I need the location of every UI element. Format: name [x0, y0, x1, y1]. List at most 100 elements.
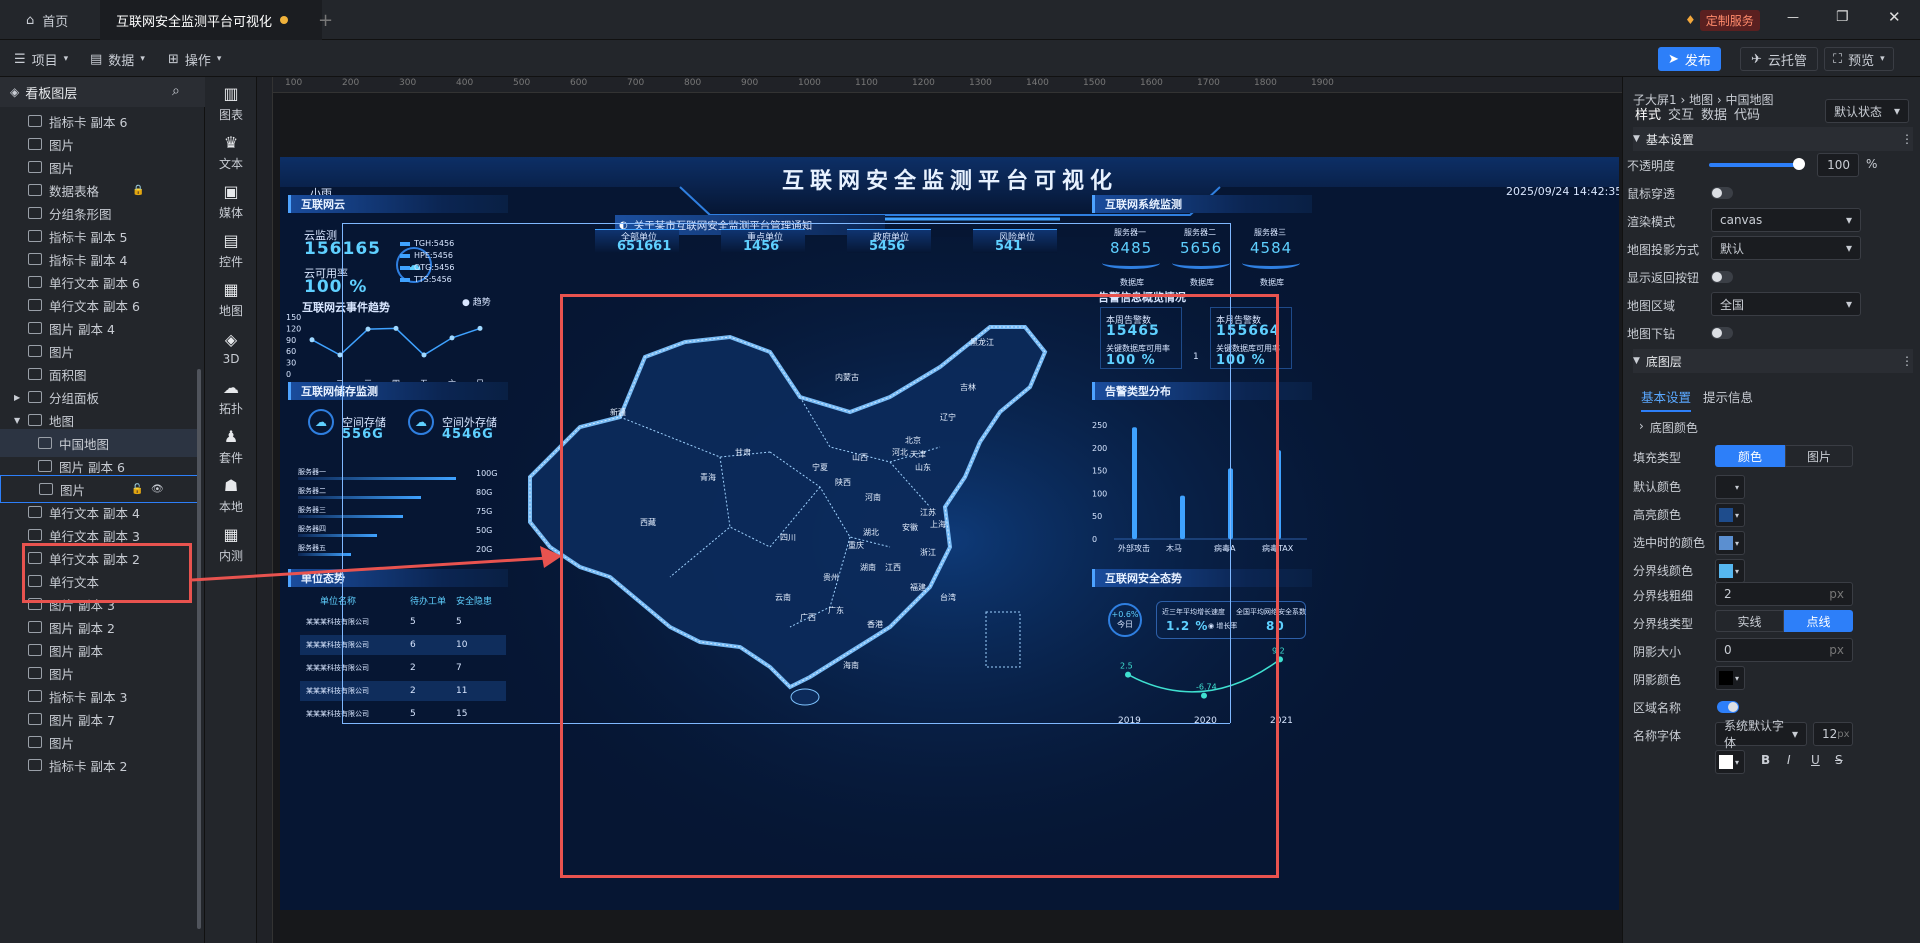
component-category-7[interactable]: ♟ 套件	[205, 420, 257, 472]
restore-icon[interactable]: ❐	[1836, 9, 1849, 25]
new-tab-plus-icon[interactable]: +	[318, 10, 333, 31]
search-icon[interactable]: ⌕	[172, 83, 180, 99]
opacity-slider-thumb[interactable]	[1793, 158, 1805, 170]
border-solid-option[interactable]: 实线	[1715, 610, 1784, 632]
ruler-tick-label: 1300	[969, 78, 992, 88]
mouse-through-toggle[interactable]	[1711, 187, 1733, 199]
unlock-icon[interactable]: 🔓	[131, 484, 143, 495]
component-category-1[interactable]: ♛ 文本	[205, 126, 257, 178]
render-select[interactable]: canvas ▾	[1711, 208, 1861, 232]
text-icon	[28, 529, 42, 541]
category-label: 拓扑	[218, 401, 243, 416]
drill-toggle[interactable]	[1711, 327, 1733, 339]
more-icon[interactable]: ⋮	[1901, 354, 1913, 368]
border-dotted-option[interactable]: 点线	[1784, 610, 1853, 632]
component-category-6[interactable]: ☁ 拓扑	[205, 371, 257, 423]
tab-home[interactable]: ⌂ 首页	[10, 0, 84, 40]
close-icon[interactable]: ✕	[1888, 8, 1901, 26]
storage-bar	[298, 515, 403, 518]
annotation-arrow	[191, 546, 562, 582]
component-category-4[interactable]: ▦ 地图	[205, 273, 257, 325]
component-category-0[interactable]: ▥ 图表	[205, 77, 257, 129]
document-icon: ▤	[90, 51, 103, 67]
color-picker[interactable]: ▾	[1715, 559, 1745, 583]
ruler-tick-label: 1900	[1311, 78, 1334, 88]
chevron-down-icon: ▾	[1735, 538, 1740, 548]
cloud-host-button[interactable]: ✈ 云托管	[1740, 47, 1818, 71]
tab-1[interactable]: 交互	[1668, 104, 1694, 123]
basic-section-header[interactable]: ▼ 基本设置 ⋮	[1633, 127, 1913, 151]
sub-tab-1[interactable]: 提示信息	[1703, 387, 1753, 406]
layer-label: 中国地图	[59, 436, 110, 452]
percent-unit: %	[1866, 157, 1878, 171]
color-picker[interactable]: ▾	[1715, 475, 1745, 499]
operate-menu[interactable]: ⊞ 操作 ▾	[168, 47, 221, 71]
tab-2[interactable]: 数据	[1701, 104, 1727, 123]
caret-down-icon[interactable]: ▼	[14, 416, 20, 425]
system-server-sub: 数据库	[1120, 278, 1144, 287]
data-label: 数据	[108, 53, 135, 69]
eye-icon[interactable]: 👁	[151, 484, 164, 495]
tab-0[interactable]: 样式	[1635, 104, 1662, 129]
back-button-toggle[interactable]	[1711, 271, 1733, 283]
fill-image-option[interactable]: 图片	[1785, 445, 1853, 467]
base-color-group[interactable]: › 底图颜色	[1639, 419, 1698, 436]
caret-down-icon: ▼	[1633, 134, 1640, 144]
project-menu[interactable]: ☰ 项目 ▾	[14, 47, 68, 71]
strikethrough-icon[interactable]: S	[1835, 753, 1843, 767]
color-picker[interactable]: ▾	[1715, 531, 1745, 555]
bold-icon[interactable]: B	[1761, 753, 1770, 767]
projection-select[interactable]: 默认 ▾	[1711, 236, 1861, 260]
category-label: 媒体	[218, 205, 243, 220]
shadow-color-picker[interactable]: ▾	[1715, 666, 1745, 690]
region-name-toggle[interactable]	[1717, 701, 1739, 713]
publish-button[interactable]: ➤ 发布	[1658, 47, 1721, 71]
image-icon	[28, 644, 42, 656]
fill-type-label: 填充类型	[1633, 451, 1682, 465]
data-menu[interactable]: ▤ 数据 ▾	[90, 47, 145, 71]
layer-item[interactable]: 指标卡 副本 2	[0, 751, 200, 779]
category-label: 文本	[218, 156, 243, 171]
properties-panel: 子大屏1 › 地图 › 中国地图 样式 交互 数据 代码 默认状态 ▾ ▼ 基本设置 ⋮ 不…	[1622, 77, 1920, 943]
table-cell: 5	[410, 709, 416, 719]
ruler-tick-label: 1100	[855, 78, 878, 88]
more-icon[interactable]: ⋮	[1901, 132, 1913, 146]
component-category-5[interactable]: ◈ 3D	[205, 322, 257, 374]
category-label: 本地	[218, 499, 243, 514]
fill-color-option[interactable]: 颜色	[1715, 445, 1785, 467]
lock-icon[interactable]: 🔒	[132, 185, 144, 196]
minimize-icon[interactable]: —	[1787, 10, 1799, 24]
category-icon: ▤	[223, 230, 239, 250]
tab-document[interactable]: 互联网安全监测平台可视化	[100, 0, 322, 40]
custom-service-button[interactable]: ♦ 定制服务	[1685, 8, 1760, 32]
layer-label: 面积图	[49, 367, 87, 383]
color-row-label: 选中时的颜色	[1633, 536, 1706, 550]
opacity-input[interactable]: 100	[1817, 153, 1859, 177]
font-size-input[interactable]: 12 px	[1813, 722, 1853, 746]
italic-icon[interactable]: I	[1787, 753, 1791, 767]
opacity-slider[interactable]	[1709, 163, 1799, 167]
shadow-size-input[interactable]: 0 px	[1715, 638, 1853, 662]
component-category-2[interactable]: ▣ 媒体	[205, 175, 257, 227]
component-category-3[interactable]: ▤ 控件	[205, 224, 257, 276]
cloud-legend-label: HPE:5456	[414, 251, 453, 260]
y-tick-label: 30	[286, 359, 296, 368]
tab-3[interactable]: 代码	[1734, 104, 1760, 123]
base-section-header[interactable]: ▼ 底图层 ⋮	[1633, 349, 1913, 373]
caret-right-icon[interactable]: ▶	[14, 393, 20, 402]
sub-tab-0[interactable]: 基本设置	[1641, 387, 1692, 412]
state-select[interactable]: 默认状态 ▾	[1825, 99, 1909, 123]
component-category-8[interactable]: ☗ 本地	[205, 469, 257, 521]
category-label: 图表	[218, 107, 243, 122]
layer-label: 图片	[49, 666, 75, 682]
layer-scrollbar[interactable]	[197, 369, 201, 929]
preview-button[interactable]: ⛶ 预览 ▾	[1824, 47, 1894, 71]
custom-service-label: 定制服务	[1699, 9, 1760, 31]
region-select[interactable]: 全国 ▾	[1711, 292, 1861, 316]
font-color-picker[interactable]: ▾	[1715, 750, 1745, 774]
font-select[interactable]: 系统默认字体 ▾	[1715, 719, 1807, 750]
underline-icon[interactable]: U	[1811, 753, 1820, 767]
color-picker[interactable]: ▾	[1715, 503, 1745, 527]
border-width-input[interactable]: 2 px	[1715, 582, 1853, 606]
table-cell: 某某某科技有限公司	[306, 641, 369, 649]
